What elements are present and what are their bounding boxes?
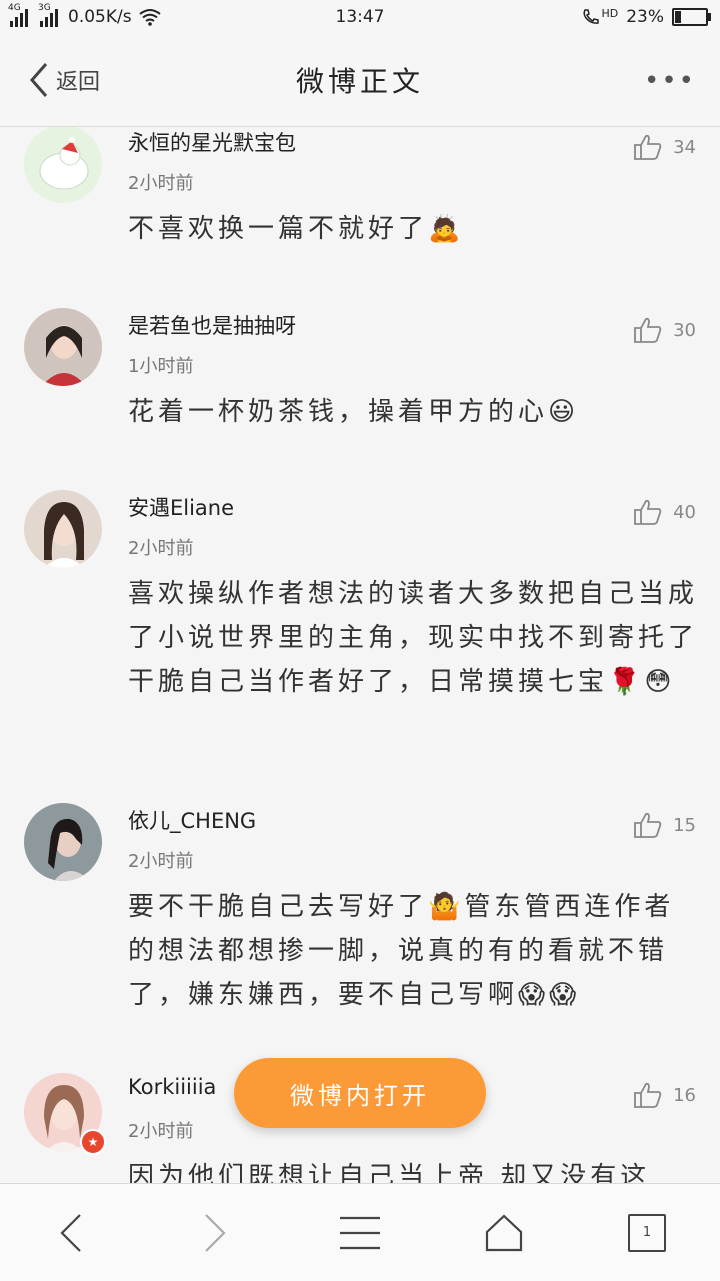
home-button[interactable] (479, 1208, 529, 1258)
page-title: 微博正文 (295, 65, 424, 98)
comment-time: 1小时前 (128, 356, 194, 377)
nav-forward-button[interactable] (190, 1208, 240, 1258)
comment-author[interactable]: 是若鱼也是抽抽呀 (128, 310, 296, 340)
vip-badge-icon: ★ (80, 1129, 106, 1155)
menu-button[interactable] (335, 1208, 385, 1258)
comment-list[interactable]: 永恒的星光默宝包 2小时前 不喜欢换一篇不就好了🙇 34 是若鱼也是抽抽呀 1小… (0, 127, 720, 1183)
comment-item: 依儿_CHENG 2小时前 要不干脆自己去写好了🤷管东管西连作者的想法都想掺一脚… (0, 775, 720, 1046)
menu-icon (340, 1216, 380, 1250)
comment-time: 2小时前 (128, 851, 194, 872)
like-count: 40 (673, 501, 696, 523)
comment-time: 2小时前 (128, 538, 194, 559)
chevron-left-icon (60, 1214, 81, 1252)
like-button[interactable]: 30 (633, 316, 696, 344)
comment-author[interactable]: 永恒的星光默宝包 (128, 127, 296, 157)
tab-count-icon: 1 (628, 1214, 666, 1252)
comment-author[interactable]: 依儿_CHENG (128, 805, 256, 835)
battery-icon (672, 8, 711, 26)
avatar[interactable] (24, 803, 102, 881)
chevron-right-icon (205, 1214, 226, 1252)
battery-percent: 23% (626, 7, 664, 27)
hd-call-icon (583, 9, 600, 24)
more-icon[interactable]: ••• (644, 66, 696, 96)
comment-item: 安遇Eliane 2小时前 喜欢操纵作者想法的读者大多数把自己当成了小说世界里的… (0, 462, 720, 776)
comment-time: 2小时前 (128, 173, 194, 194)
comment-time: 2小时前 (128, 1121, 194, 1142)
avatar[interactable] (24, 490, 102, 568)
thumbs-up-icon (634, 134, 662, 160)
comment-text: 不喜欢换一篇不就好了🙇 (128, 214, 465, 244)
nav-bar: 返回 微博正文 ••• (0, 36, 720, 127)
thumbs-up-icon (634, 317, 662, 343)
tabs-button[interactable]: 1 (622, 1208, 672, 1258)
thumbs-up-icon (634, 1082, 662, 1108)
avatar[interactable] (24, 308, 102, 386)
like-count: 34 (673, 136, 696, 158)
like-count: 30 (673, 319, 696, 341)
open-in-weibo-button[interactable]: 微博内打开 (234, 1058, 486, 1128)
nav-back-button[interactable] (46, 1208, 96, 1258)
like-button[interactable]: 16 (633, 1081, 696, 1109)
comment-text: 要不干脆自己去写好了🤷管东管西连作者的想法都想掺一脚，说真的有的看就不错了，嫌东… (128, 892, 675, 1010)
status-right: HD 23% (581, 6, 711, 27)
status-bar: 4G 3G 0.05K/s 13:47 HD 23% (0, 0, 720, 36)
like-button[interactable]: 40 (633, 498, 696, 526)
like-button[interactable]: 15 (633, 811, 696, 839)
like-count: 15 (673, 814, 696, 836)
hd-label: HD (601, 6, 619, 20)
browser-toolbar: 1 (0, 1183, 720, 1281)
comment-text: 因为他们既想让自己当上帝 却又没有这 (128, 1162, 651, 1183)
comment-item: 永恒的星光默宝包 2小时前 不喜欢换一篇不就好了🙇 34 (0, 127, 720, 281)
thumbs-up-icon (634, 812, 662, 838)
like-button[interactable]: 34 (633, 133, 696, 161)
comment-text: 喜欢操纵作者想法的读者大多数把自己当成了小说世界里的主角，现实中找不到寄托了干脆… (128, 579, 699, 697)
comment-author[interactable]: 安遇Eliane (128, 492, 234, 522)
comment-item: 是若鱼也是抽抽呀 1小时前 花着一杯奶茶钱，操着甲方的心😃 30 (0, 280, 720, 463)
comment-text: 花着一杯奶茶钱，操着甲方的心😃 (128, 397, 580, 427)
comment-author[interactable]: Korkiiiiia (128, 1075, 216, 1099)
like-count: 16 (673, 1084, 696, 1106)
home-icon (485, 1214, 523, 1252)
avatar[interactable] (24, 127, 102, 203)
thumbs-up-icon (634, 499, 662, 525)
